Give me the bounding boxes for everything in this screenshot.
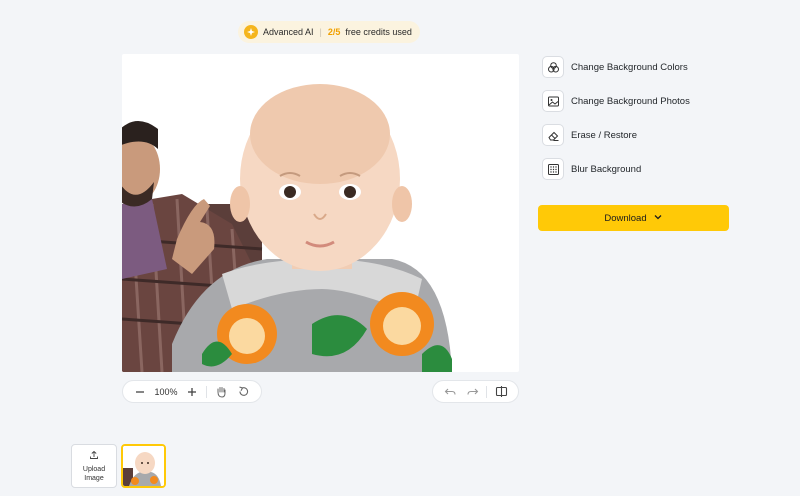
upload-image-button[interactable]: Upload Image (71, 444, 117, 488)
tool-blur-background[interactable]: Blur Background (542, 157, 742, 181)
blur-grid-icon (542, 158, 564, 180)
undo-icon[interactable] (442, 384, 458, 400)
hand-icon[interactable] (214, 384, 230, 400)
tool-label: Change Background Photos (571, 95, 690, 107)
zoom-value: 100% (154, 386, 178, 397)
toolbar-divider (206, 385, 208, 398)
image-thumbnail[interactable] (121, 444, 166, 488)
compare-icon[interactable] (493, 384, 509, 400)
zoom-toolbar: 100% (122, 380, 262, 403)
palette-icon (542, 56, 564, 78)
credits-label: Advanced AI (263, 27, 314, 37)
reset-icon[interactable] (236, 384, 252, 400)
redo-icon[interactable] (464, 384, 480, 400)
image-icon (542, 90, 564, 112)
result-image (122, 84, 452, 372)
chevron-down-icon (653, 212, 663, 225)
toolbar-divider (486, 385, 487, 398)
tool-erase-restore[interactable]: Erase / Restore (542, 123, 742, 147)
credits-badge: Advanced AI | 2/5 free credits used (238, 21, 420, 43)
tool-label: Change Background Colors (571, 61, 688, 73)
eraser-icon (542, 124, 564, 146)
credits-used: 2/5 (327, 27, 341, 37)
tool-change-background-colors[interactable]: Change Background Colors (542, 55, 742, 79)
edit-tools-list: Change Background Colors Change Backgrou… (542, 55, 742, 191)
credits-suffix: free credits used (345, 27, 412, 37)
tool-label: Erase / Restore (571, 129, 637, 141)
ai-sparkle-icon (244, 25, 258, 39)
history-toolbar (432, 380, 519, 403)
tool-change-background-photos[interactable]: Change Background Photos (542, 89, 742, 113)
image-canvas[interactable] (122, 54, 519, 372)
thumbnail-image (123, 446, 164, 486)
upload-label: Upload Image (82, 465, 106, 482)
download-button[interactable]: Download (538, 205, 729, 231)
download-label: Download (604, 212, 647, 224)
minus-icon[interactable] (132, 384, 148, 400)
credits-separator: | (319, 27, 322, 37)
tool-label: Blur Background (571, 163, 642, 175)
plus-icon[interactable] (184, 384, 200, 400)
upload-icon (89, 450, 99, 463)
